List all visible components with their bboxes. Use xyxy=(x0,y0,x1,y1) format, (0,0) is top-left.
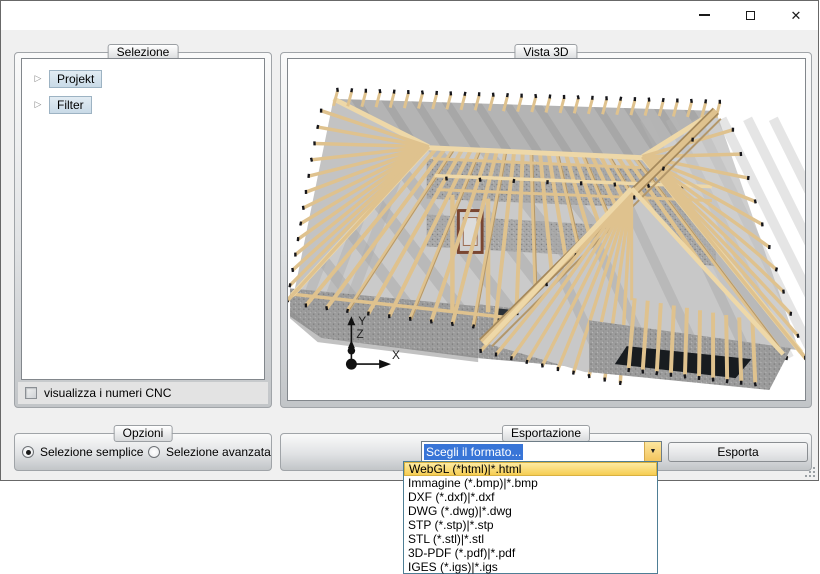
app-window: ✕ Selezione ▷Projekt▷Filter visualizza i… xyxy=(0,0,819,481)
export-button[interactable]: Esporta xyxy=(668,442,808,462)
expand-arrow-icon[interactable]: ▷ xyxy=(31,99,45,110)
roof-3d-render: YZ X xyxy=(288,59,805,400)
minimize-button[interactable] xyxy=(691,6,717,24)
cnc-row: visualizza i numeri CNC xyxy=(18,382,268,404)
radio-circle[interactable] xyxy=(22,446,34,458)
tree-item-filter[interactable]: ▷ Filter xyxy=(22,93,264,116)
dropdown-option[interactable]: STL (*.stl)|*.stl xyxy=(404,532,657,546)
view3d-canvas[interactable]: YZ X xyxy=(287,58,806,401)
close-icon: ✕ xyxy=(791,9,802,22)
radio-selezione-avanzata[interactable]: Selezione avanzata xyxy=(148,445,271,459)
radio-selezione-semplice[interactable]: Selezione semplice xyxy=(22,445,143,459)
tree-item-label[interactable]: Filter xyxy=(49,96,92,114)
maximize-icon xyxy=(746,11,755,20)
maximize-button[interactable] xyxy=(737,6,763,24)
cnc-checkbox[interactable] xyxy=(25,387,37,399)
export-button-label: Esporta xyxy=(717,445,758,459)
format-combobox-dropdown-button[interactable]: ▼ xyxy=(644,442,661,461)
tree-item-projekt[interactable]: ▷ Projekt xyxy=(22,67,264,90)
dropdown-option[interactable]: IGES (*.igs)|*.igs xyxy=(404,560,657,574)
minimize-icon xyxy=(699,14,710,16)
dropdown-option[interactable]: DWG (*.dwg)|*.dwg xyxy=(404,504,657,518)
close-button[interactable]: ✕ xyxy=(783,6,809,24)
dropdown-option[interactable]: WebGL (*html)|*.html xyxy=(404,462,657,476)
axis-label-z: Z xyxy=(356,327,363,341)
resize-grip[interactable] xyxy=(803,465,815,477)
titlebar[interactable]: ✕ xyxy=(1,1,818,30)
format-dropdown-popup[interactable]: WebGL (*html)|*.htmlImmagine (*.bmp)|*.b… xyxy=(403,461,658,574)
dropdown-option[interactable]: 3D-PDF (*.pdf)|*.pdf xyxy=(404,546,657,560)
options-group: Opzioni Selezione sempliceSelezione avan… xyxy=(14,433,272,471)
chevron-down-icon: ▼ xyxy=(650,448,657,455)
radio-circle[interactable] xyxy=(148,446,160,458)
selection-tree[interactable]: ▷ Projekt ▷ Filter xyxy=(21,58,265,380)
expand-arrow-icon[interactable]: ▷ xyxy=(31,73,45,84)
tree-item-label[interactable]: Projekt xyxy=(49,70,102,88)
dropdown-option[interactable]: STP (*.stp)|*.stp xyxy=(404,518,657,532)
view3d-group: Vista 3D YZX xyxy=(280,52,812,408)
axis-label-y: Y xyxy=(358,314,366,328)
radio-label: Selezione semplice xyxy=(40,445,143,459)
format-combobox[interactable]: Scegli il formato... ▼ xyxy=(421,441,662,462)
dropdown-option[interactable]: Immagine (*.bmp)|*.bmp xyxy=(404,476,657,490)
cnc-checkbox-label: visualizza i numeri CNC xyxy=(44,386,171,400)
options-group-title: Opzioni xyxy=(114,425,173,442)
radio-label: Selezione avanzata xyxy=(166,445,271,459)
axis-label-x: X xyxy=(392,348,400,362)
dropdown-option[interactable]: DXF (*.dxf)|*.dxf xyxy=(404,490,657,504)
export-group-title: Esportazione xyxy=(502,425,590,442)
format-combobox-value: Scegli il formato... xyxy=(424,444,523,460)
selection-group: Selezione ▷Projekt▷Filter visualizza i n… xyxy=(14,52,272,408)
